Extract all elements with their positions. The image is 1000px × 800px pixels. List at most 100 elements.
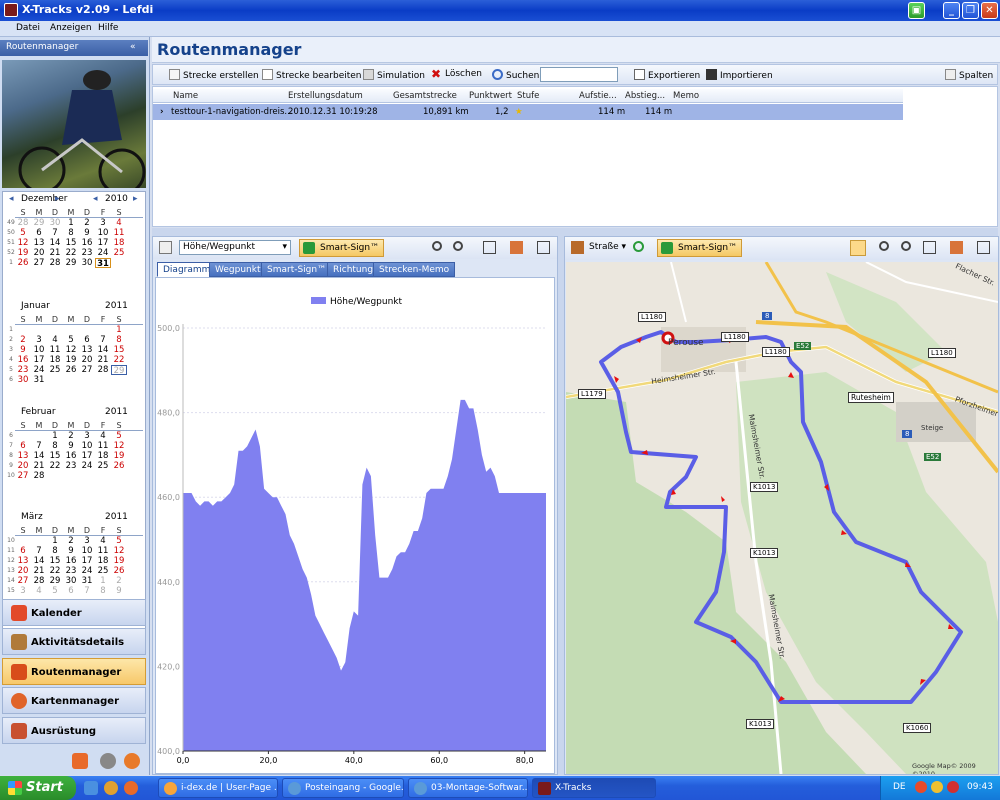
calendar-day[interactable]: 11: [47, 345, 63, 355]
calendar-day[interactable]: 4: [47, 335, 63, 345]
calendar-day[interactable]: 8: [63, 228, 79, 238]
calendar-day[interactable]: 12: [111, 441, 127, 451]
calendar-day[interactable]: 10: [31, 345, 47, 355]
calendar-day[interactable]: 22: [47, 461, 63, 471]
calendar-day[interactable]: 7: [31, 441, 47, 451]
import-button[interactable]: Importieren: [706, 69, 773, 81]
calendar-day[interactable]: 8: [95, 586, 111, 596]
tab-strecken-memo[interactable]: Strecken-Memo: [373, 262, 456, 277]
calendar-day[interactable]: 17: [79, 451, 95, 461]
calendar-day[interactable]: 28: [95, 365, 111, 375]
fit-icon[interactable]: [483, 241, 496, 254]
map-smart-sign-button[interactable]: Smart-Sign™: [657, 239, 743, 257]
search-button[interactable]: Suchen: [492, 69, 539, 81]
menu-datei[interactable]: Datei: [16, 23, 40, 33]
calendar-day[interactable]: 10: [79, 546, 95, 556]
calendar-day[interactable]: 5: [63, 335, 79, 345]
calendar-day[interactable]: 29: [63, 258, 79, 268]
zoom-out-icon[interactable]: [453, 241, 463, 251]
calendar-day[interactable]: 19: [63, 355, 79, 365]
task-x-tracks[interactable]: X-Tracks: [532, 778, 656, 798]
calendar-day[interactable]: 9: [79, 228, 95, 238]
calendar-day[interactable]: 21: [95, 355, 111, 365]
calendar-day[interactable]: 24: [31, 365, 47, 375]
calendar-day[interactable]: 2: [79, 218, 95, 228]
camera-icon[interactable]: [850, 240, 866, 256]
nav-ausruestung[interactable]: Ausrüstung: [2, 717, 146, 744]
calendar-day[interactable]: 24: [79, 566, 95, 576]
next-month-icon[interactable]: ▸: [55, 194, 60, 204]
export-button[interactable]: Exportieren: [634, 69, 700, 81]
calendar-day[interactable]: 10: [79, 441, 95, 451]
maximize-button[interactable]: ❐: [962, 2, 979, 19]
minimize-button[interactable]: _: [943, 2, 960, 19]
calendar-day[interactable]: 9: [63, 546, 79, 556]
calendar-day[interactable]: 31: [95, 258, 111, 269]
calendar-day[interactable]: 29: [111, 365, 127, 376]
task-montage[interactable]: 03-Montage-Softwar...: [408, 778, 528, 798]
firefox-icon[interactable]: [124, 781, 138, 795]
task-idex[interactable]: i-dex.de | User-Page ...: [158, 778, 278, 798]
calendar-day[interactable]: 18: [95, 451, 111, 461]
calendar-day[interactable]: 3: [79, 536, 95, 546]
edit-route-button[interactable]: Strecke bearbeiten: [262, 69, 362, 81]
calendar-day[interactable]: 31: [31, 375, 47, 385]
nav-kalender[interactable]: Kalender: [2, 599, 146, 626]
calendar-day[interactable]: 10: [95, 228, 111, 238]
calendar-day[interactable]: 29: [47, 576, 63, 586]
calendar-day[interactable]: 23: [63, 566, 79, 576]
calendar-day[interactable]: 20: [31, 248, 47, 258]
calendar-day[interactable]: 15: [111, 345, 127, 355]
calendar-day[interactable]: 16: [79, 238, 95, 248]
update-icon[interactable]: [124, 753, 140, 769]
language-indicator[interactable]: DE: [893, 782, 906, 792]
calendar-day[interactable]: 1: [47, 536, 63, 546]
quicklaunch-icon[interactable]: [104, 781, 118, 795]
calendar-day[interactable]: 20: [79, 355, 95, 365]
calendar-day[interactable]: 14: [31, 451, 47, 461]
map-zoom-in-icon[interactable]: [879, 241, 889, 251]
col-date[interactable]: Erstellungsdatum: [288, 91, 363, 101]
calendar-day[interactable]: 11: [95, 441, 111, 451]
calendar-day[interactable]: 31: [79, 576, 95, 586]
calendar-day[interactable]: 25: [95, 566, 111, 576]
col-distance[interactable]: Gesamtstrecke: [393, 91, 457, 101]
nav-kartenmanager[interactable]: Kartenmanager: [2, 687, 146, 714]
app-status-icon[interactable]: ▣: [908, 2, 925, 19]
calendar-day[interactable]: 26: [111, 566, 127, 576]
nav-aktivitaetsdetails[interactable]: Aktivitätsdetails: [2, 628, 146, 655]
next-year-icon[interactable]: ▸: [133, 194, 138, 204]
calendar-day[interactable]: 4: [95, 536, 111, 546]
calendar-day[interactable]: 7: [95, 335, 111, 345]
calendar-day[interactable]: 25: [95, 461, 111, 471]
calendar-day[interactable]: 9: [63, 441, 79, 451]
calendar-day[interactable]: 27: [79, 365, 95, 375]
calendar-day[interactable]: 14: [31, 556, 47, 566]
calendar-day[interactable]: 30: [79, 258, 95, 268]
calendar-day[interactable]: 28: [31, 471, 47, 481]
calendar-day[interactable]: 3: [31, 335, 47, 345]
close-button[interactable]: ✕: [981, 2, 998, 19]
calendar-day[interactable]: 15: [47, 451, 63, 461]
calendar-day[interactable]: 11: [95, 546, 111, 556]
calendar-day[interactable]: 8: [47, 546, 63, 556]
calendar-day[interactable]: 24: [79, 461, 95, 471]
col-score[interactable]: Punktwert: [469, 91, 512, 101]
list-icon[interactable]: [159, 241, 172, 254]
smart-sign-button[interactable]: Smart-Sign™: [299, 239, 385, 257]
map-type-select[interactable]: Straße ▾: [589, 242, 626, 252]
calendar-day[interactable]: 8: [47, 441, 63, 451]
calendar-day[interactable]: 1: [95, 576, 111, 586]
calendar-day[interactable]: 6: [31, 228, 47, 238]
calendar-day[interactable]: 1: [47, 431, 63, 441]
tab-richtung[interactable]: Richtung: [327, 262, 380, 277]
calendar-day[interactable]: 3: [79, 431, 95, 441]
calendar-day[interactable]: 2: [63, 431, 79, 441]
calendar-day[interactable]: 6: [63, 586, 79, 596]
calendar-day[interactable]: 4: [111, 218, 127, 228]
calendar-day[interactable]: 16: [63, 451, 79, 461]
calendar-day[interactable]: 11: [111, 228, 127, 238]
calendar-day[interactable]: 8: [111, 335, 127, 345]
gear-icon[interactable]: [100, 753, 116, 769]
calendar-day[interactable]: 1: [111, 325, 127, 335]
